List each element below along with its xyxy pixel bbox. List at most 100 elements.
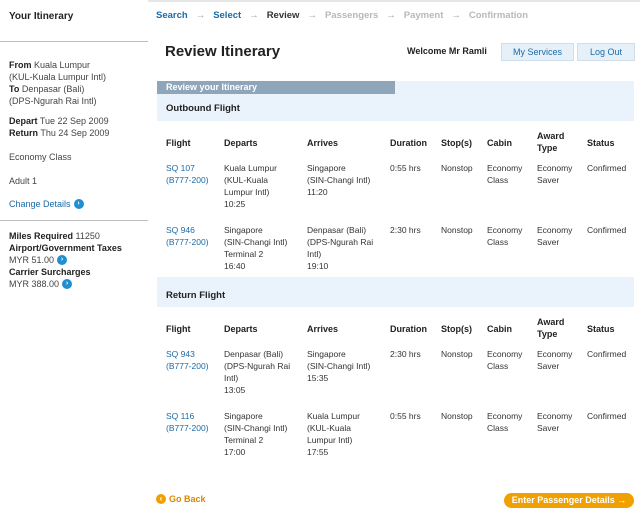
step-arrow-icon: →	[386, 10, 396, 21]
col-award-line1: Award	[537, 317, 565, 327]
info-circle-icon[interactable]: ›	[62, 279, 73, 289]
stops-cell: Nonstop	[441, 163, 473, 173]
step-passengers: Passengers	[324, 10, 379, 21]
departs-cell: Singapore (SIN-Changi Intl) Terminal 2 17:0…	[224, 410, 287, 458]
stops-cell: Nonstop	[441, 411, 473, 421]
departs-cell: Kuala Lumpur (KUL-Kuala Lumpur Intl) 10:25	[224, 162, 277, 210]
go-back-button[interactable]: ‹ Go Back	[156, 494, 206, 504]
col-award-type: Award Type	[537, 316, 564, 340]
step-search[interactable]: Search	[156, 10, 188, 21]
info-circle-icon[interactable]: ›	[57, 255, 68, 265]
col-arrives: Arrives	[307, 324, 339, 334]
from-label: From	[9, 60, 32, 70]
arr-city: Kuala Lumpur	[307, 411, 360, 421]
status-cell: Confirmed	[587, 163, 627, 173]
col-cabin: Cabin	[487, 138, 513, 148]
dep-city: Kuala Lumpur	[224, 163, 277, 173]
arrives-cell: Kuala Lumpur (KUL-Kuala Lumpur Intl) 17:55	[307, 410, 360, 458]
cabin-cell: Economy Class	[487, 162, 522, 186]
depart-date: Tue 22 Sep 2009	[39, 116, 109, 126]
forward-arrow-icon: →	[617, 495, 627, 505]
dep-terminal: Terminal 2	[224, 249, 264, 259]
col-arrives: Arrives	[307, 138, 339, 148]
col-duration: Duration	[390, 138, 427, 148]
cabin-line2: Class	[487, 423, 509, 433]
info-circle-icon[interactable]: ›	[73, 199, 84, 209]
outbound-title: Outbound Flight	[166, 103, 240, 114]
cabin-line1: Economy	[487, 411, 523, 421]
flight-number[interactable]: SQ 116	[166, 411, 194, 421]
dep-time: 17:00	[224, 447, 246, 457]
outbound-table: Flight Departs Arrives Duration Stop(s) …	[157, 121, 634, 277]
status-cell: Confirmed	[587, 349, 627, 359]
departs-cell: Singapore (SIN-Changi Intl) Terminal 2 16:4…	[224, 224, 287, 272]
flight-number[interactable]: SQ 946	[166, 225, 195, 235]
step-select[interactable]: Select	[213, 10, 241, 21]
dep-city: Singapore	[224, 411, 263, 421]
dep-airport-cont: Intl)	[224, 373, 239, 383]
return-label: Return	[9, 128, 38, 138]
col-departs: Departs	[224, 138, 258, 148]
flight-number[interactable]: SQ 943	[166, 349, 195, 359]
go-back-label: Go Back	[169, 494, 206, 504]
back-arrow-icon: ‹	[156, 494, 166, 504]
status-cell: Confirmed	[587, 225, 627, 235]
passenger-count: Adult 1	[9, 176, 38, 186]
dep-airport-cont: Lumpur Intl)	[224, 187, 270, 197]
taxes-value: MYR 51.00	[9, 255, 55, 265]
col-award-line1: Award	[537, 131, 565, 141]
cabin-line1: Economy	[487, 225, 523, 235]
col-cabin: Cabin	[487, 324, 513, 334]
step-arrow-icon: →	[249, 10, 259, 21]
dep-airport: (DPS-Ngurah Rai	[224, 361, 291, 371]
aircraft-type[interactable]: (B777-200)	[166, 175, 209, 185]
sidebar-title: Your Itinerary	[9, 11, 74, 22]
col-stops: Stop(s)	[441, 324, 472, 334]
dep-terminal: Terminal 2	[224, 435, 264, 445]
aircraft-type[interactable]: (B777-200)	[166, 237, 209, 247]
change-details-link[interactable]: Change Details ›	[9, 199, 148, 209]
step-arrow-icon: →	[195, 10, 206, 21]
travel-dates: Depart Tue 22 Sep 2009 Return Thu 24 Sep…	[9, 115, 148, 139]
sidebar-divider	[0, 220, 148, 221]
award-cell: Economy Saver	[537, 162, 572, 186]
dep-airport: (SIN-Changi Intl)	[224, 423, 288, 433]
col-departs: Departs	[224, 324, 258, 334]
duration-cell: 2:30 hrs	[390, 349, 421, 359]
award-line2: Saver	[537, 423, 560, 433]
arr-city: Denpasar (Bali)	[307, 225, 367, 235]
status-cell: Confirmed	[587, 411, 627, 421]
arr-airport: (KUL-Kuala	[307, 423, 351, 433]
arrives-cell: Singapore (SIN-Changi Intl) 15:35	[307, 348, 370, 384]
award-line1: Economy	[537, 225, 573, 235]
depart-label: Depart	[9, 116, 38, 126]
step-arrow-icon: →	[451, 10, 461, 21]
departs-cell: Denpasar (Bali) (DPS-Ngurah Rai Intl) 13:05	[224, 348, 290, 396]
flight-number[interactable]: SQ 107	[166, 163, 195, 173]
duration-cell: 0:55 hrs	[390, 163, 421, 173]
col-award-type: Award Type	[537, 130, 564, 154]
booking-steps: Search → Select → Review → Passengers → …	[156, 10, 528, 21]
step-confirmation: Confirmation	[468, 10, 528, 21]
award-line2: Saver	[537, 237, 560, 247]
col-status: Status	[587, 138, 615, 148]
stops-cell: Nonstop	[441, 225, 473, 235]
cabin-line2: Class	[487, 361, 509, 371]
award-cell: Economy Saver	[537, 348, 572, 372]
cabin-class: Economy Class	[9, 152, 72, 162]
arr-city: Singapore	[307, 163, 346, 173]
aircraft-type[interactable]: (B777-200)	[166, 423, 209, 433]
arr-airport-cont: Intl)	[307, 249, 322, 259]
aircraft-type[interactable]: (B777-200)	[166, 361, 209, 371]
award-line2: Saver	[537, 361, 560, 371]
flight-cell: SQ 943 (B777-200)	[166, 348, 209, 372]
col-duration: Duration	[390, 324, 427, 334]
enter-passenger-details-button[interactable]: Enter Passenger Details →	[504, 493, 634, 508]
surcharge-label: Carrier Surcharges	[9, 267, 91, 277]
my-services-button[interactable]: My Services	[501, 43, 574, 61]
logout-button[interactable]: Log Out	[577, 43, 635, 61]
cabin-line2: Class	[487, 175, 509, 185]
cabin-cell: Economy Class	[487, 410, 522, 434]
arr-airport-cont: Lumpur Intl)	[307, 435, 353, 445]
flight-cell: SQ 946 (B777-200)	[166, 224, 209, 248]
